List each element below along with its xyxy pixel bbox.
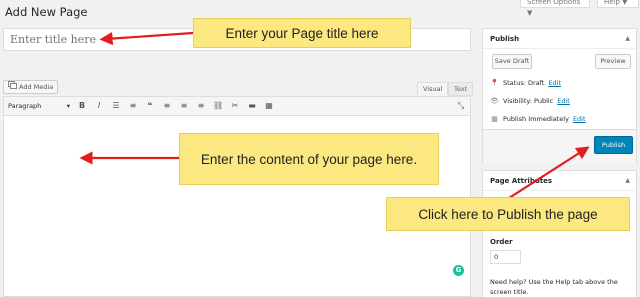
pin-icon: 📍 [490, 79, 499, 87]
status-row: 📍 Status: Draft Edit [490, 79, 561, 87]
callout-title: Enter your Page title here [193, 18, 411, 48]
help-text: Need help? Use the Help tab above the sc… [490, 278, 618, 296]
visibility-label: Visibility: Public [503, 97, 554, 105]
status-edit-link[interactable]: Edit [548, 79, 561, 87]
order-label: Order [490, 238, 513, 246]
page-title: Add New Page [5, 5, 88, 19]
help-button[interactable]: Help ▼ [597, 0, 639, 8]
editor-toolbar: Paragraph ▾ B I ☰ ≡ ❝ ≡ ≡ ≡ ⛓ ✂ ▬ ▦ ⤡ [3, 96, 471, 116]
toolbar-toggle-icon[interactable]: ▦ [264, 101, 274, 111]
publish-date-label: Publish Immediately [503, 115, 569, 123]
visibility-row: 👁 Visibility: Public Edit [490, 97, 570, 105]
format-select[interactable]: Paragraph ▾ [8, 102, 70, 110]
publish-box-header[interactable]: Publish ▲ [483, 29, 636, 49]
add-media-label: Add Media [19, 83, 54, 91]
align-center-icon[interactable]: ≡ [179, 101, 189, 111]
page-attributes-box: Page Attributes ▲ Order 0 Need help? Use… [482, 170, 637, 297]
publish-actions: Publish [483, 129, 636, 164]
align-right-icon[interactable]: ≡ [196, 101, 206, 111]
tab-visual[interactable]: Visual [417, 82, 449, 96]
format-select-value: Paragraph [8, 102, 42, 110]
callout-publish: Click here to Publish the page [386, 197, 630, 231]
order-input[interactable]: 0 [490, 250, 521, 264]
bullet-list-icon[interactable]: ☰ [111, 101, 121, 111]
collapse-arrow-icon[interactable]: ▲ [625, 171, 630, 191]
chevron-down-icon: ▾ [66, 102, 70, 110]
publish-date-row: ▦ Publish Immediately Edit [490, 115, 586, 123]
add-media-button[interactable]: Add Media [3, 80, 59, 94]
calendar-icon: ▦ [491, 115, 498, 123]
eye-icon: 👁 [490, 97, 499, 105]
status-label: Status: Draft [503, 79, 545, 87]
grammarly-icon[interactable]: G [453, 265, 464, 276]
italic-icon[interactable]: I [94, 101, 104, 111]
collapse-arrow-icon[interactable]: ▲ [625, 29, 630, 49]
link-icon[interactable]: ⛓ [213, 101, 223, 111]
save-draft-button[interactable]: Save Draft [492, 54, 532, 69]
tab-text[interactable]: Text [448, 82, 474, 96]
publish-box: Publish ▲ Save Draft Preview 📍 Status: D… [482, 28, 637, 164]
align-left-icon[interactable]: ≡ [162, 101, 172, 111]
preview-button[interactable]: Preview [595, 54, 631, 69]
callout-content: Enter the content of your page here. [179, 133, 439, 185]
bold-icon[interactable]: B [77, 101, 87, 111]
fullscreen-icon[interactable]: ⤡ [456, 101, 466, 111]
read-more-icon[interactable]: ▬ [247, 101, 257, 111]
page-attributes-title: Page Attributes [490, 177, 553, 185]
numbered-list-icon[interactable]: ≡ [128, 101, 138, 111]
publish-date-edit-link[interactable]: Edit [573, 115, 586, 123]
visibility-edit-link[interactable]: Edit [557, 97, 570, 105]
publish-button[interactable]: Publish [594, 136, 633, 154]
unlink-icon[interactable]: ✂ [230, 101, 240, 111]
media-icon [8, 81, 17, 93]
blockquote-icon[interactable]: ❝ [145, 101, 155, 111]
publish-box-title: Publish [490, 35, 520, 43]
page-attributes-header[interactable]: Page Attributes ▲ [483, 171, 636, 191]
screen-options-button[interactable]: Screen Options ▼ [520, 0, 590, 17]
